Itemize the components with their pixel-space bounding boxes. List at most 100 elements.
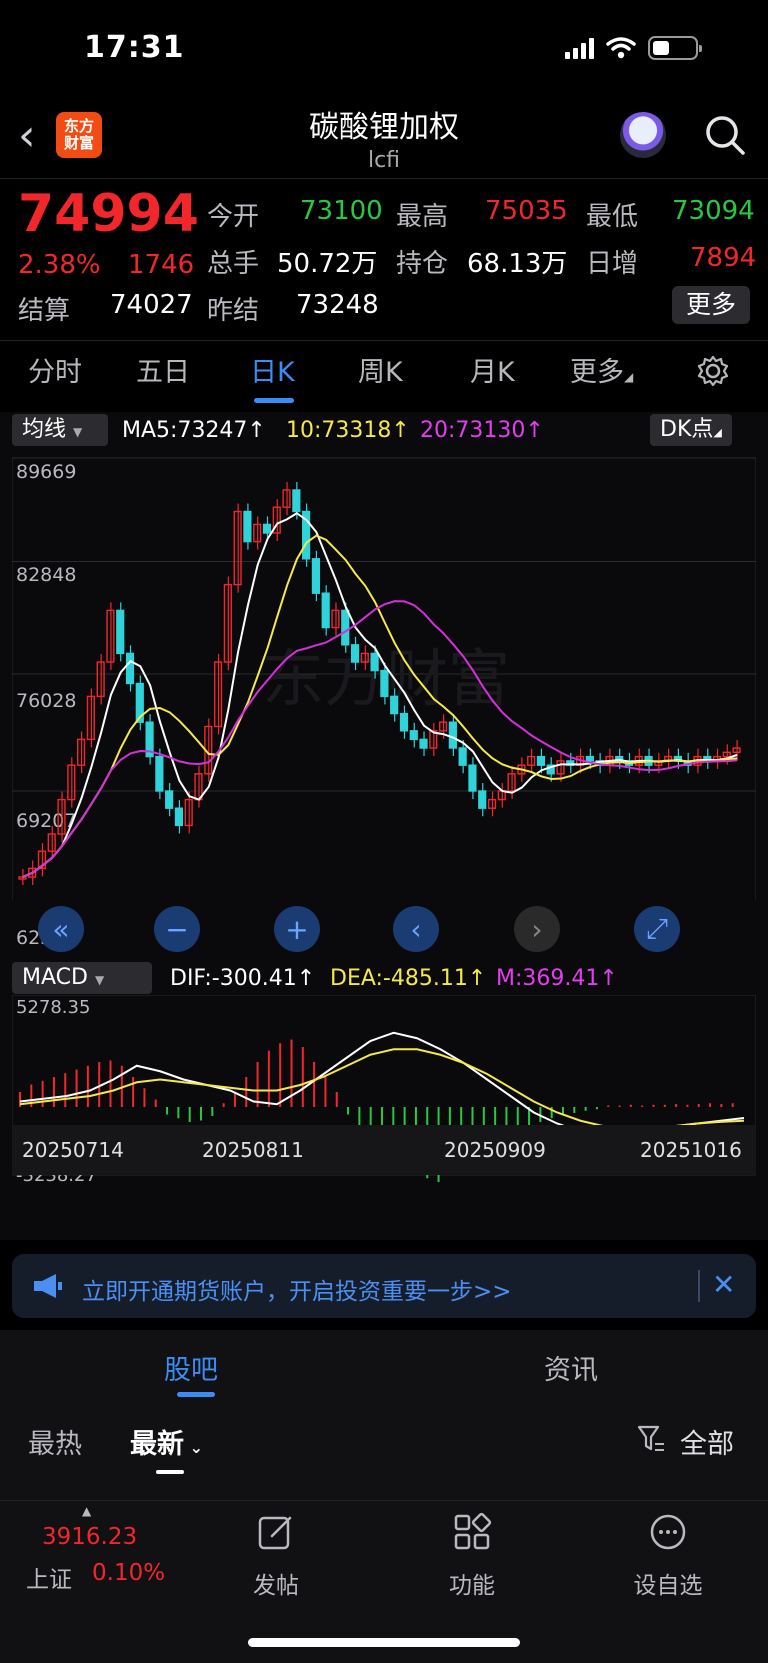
prev-settle-label: 昨结 xyxy=(207,296,260,326)
tab-timeshare[interactable]: 分时 xyxy=(28,350,82,389)
ma-selector[interactable]: 均线 ▼ xyxy=(12,414,108,446)
community-section xyxy=(0,1330,768,1500)
active-tab-indicator xyxy=(254,398,294,403)
more-quote-button[interactable]: 更多 xyxy=(672,286,750,324)
scroll-left-button[interactable]: ‹ xyxy=(393,906,439,952)
tab-guba[interactable]: 股吧 xyxy=(164,1348,218,1387)
candle-body xyxy=(292,489,301,513)
low-value: 73094 xyxy=(672,196,755,226)
filter-funnel-icon[interactable] xyxy=(636,1424,666,1454)
nav-watchlist[interactable]: 设自选 xyxy=(608,1512,728,1600)
fullscreen-button[interactable]: ⤢ xyxy=(634,906,680,952)
candle-body xyxy=(370,652,379,672)
home-indicator xyxy=(248,1638,520,1647)
open-label: 今开 xyxy=(207,202,260,232)
candle-body xyxy=(116,609,125,655)
prev-settle-value: 73248 xyxy=(296,290,379,320)
low-label: 最低 xyxy=(586,202,639,232)
candle-body xyxy=(458,747,467,766)
candle-body xyxy=(243,510,252,543)
candle-body xyxy=(262,523,272,534)
index-name[interactable]: 上证 xyxy=(26,1560,72,1594)
filter-indicator xyxy=(156,1470,184,1474)
tab-monthly-k[interactable]: 月K xyxy=(470,350,515,389)
wifi-icon xyxy=(606,37,636,59)
candle-body xyxy=(448,721,457,749)
tab-daily-k[interactable]: 日K xyxy=(250,350,295,389)
candlestick-chart: 东方财富8966982848760286920762387 xyxy=(12,457,756,949)
nav-features-label: 功能 xyxy=(449,1573,495,1599)
nav-features[interactable]: 功能 xyxy=(412,1512,532,1600)
battery-icon xyxy=(648,36,702,60)
dk-point-button[interactable]: DK点◢ xyxy=(650,414,732,446)
y-axis-label: 89669 xyxy=(16,461,76,483)
indicator-selector[interactable]: MACD ▼ xyxy=(12,962,152,994)
dif-readout: DIF:-300.41↑ xyxy=(170,966,316,991)
candle-body xyxy=(380,669,389,698)
settle-label: 结算 xyxy=(18,296,71,326)
index-up-arrow-icon: ▲ xyxy=(82,1504,92,1518)
macd-m-readout: M:369.41↑ xyxy=(496,966,618,991)
candle-body xyxy=(409,730,418,741)
tab-news[interactable]: 资讯 xyxy=(544,1348,598,1387)
candle-body xyxy=(350,644,360,663)
zoom-in-button[interactable]: + xyxy=(274,906,320,952)
change-abs: 1746 xyxy=(128,250,195,280)
candle-body xyxy=(125,652,135,685)
period-tabs: 分时 五日 日K 周K 月K 更多◢ xyxy=(0,350,768,400)
banner-close-icon[interactable]: ✕ xyxy=(712,1268,735,1301)
daily-increase-value: 7894 xyxy=(690,243,757,273)
fast-back-button[interactable]: « xyxy=(38,906,84,952)
megaphone-icon xyxy=(34,1274,62,1298)
search-icon[interactable] xyxy=(704,114,746,156)
ma20-readout: 20:73130↑ xyxy=(420,418,544,443)
change-pct: 2.38% xyxy=(18,250,101,280)
tab-five-day[interactable]: 五日 xyxy=(136,350,190,389)
candle-body xyxy=(341,609,350,646)
candle-body xyxy=(419,738,428,749)
macd-chart: 5278.35-3238.272025071420250811202509092… xyxy=(12,995,756,1185)
candle-body xyxy=(585,755,594,762)
filter-all[interactable]: 全部 xyxy=(680,1422,734,1461)
candle-body xyxy=(390,695,399,715)
candle-body xyxy=(311,558,320,594)
date-label: 20251016 xyxy=(640,1138,742,1162)
cellular-signal-icon xyxy=(565,37,594,59)
candle-body xyxy=(399,712,409,732)
last-price: 74994 xyxy=(18,184,199,244)
settings-gear-icon[interactable] xyxy=(696,354,730,388)
filter-hottest[interactable]: 最热 xyxy=(28,1422,82,1461)
ma5-readout: MA5:73247↑ xyxy=(122,418,266,443)
candle-body xyxy=(155,755,164,792)
candle-body xyxy=(468,764,477,792)
tab-weekly-k[interactable]: 周K xyxy=(358,350,403,389)
banner-text[interactable]: 立即开通期货账户，开启投资重要一步>> xyxy=(82,1272,512,1306)
status-icons xyxy=(565,36,702,60)
candle-body xyxy=(321,592,330,629)
grid-apps-icon xyxy=(454,1512,492,1550)
header-divider xyxy=(0,178,768,179)
candle-body xyxy=(536,755,546,766)
date-label: 20250909 xyxy=(444,1138,546,1162)
y-axis-label: 76028 xyxy=(16,690,76,712)
y-axis-label: 82848 xyxy=(16,564,76,586)
candle-body xyxy=(174,807,184,827)
zoom-out-button[interactable]: − xyxy=(154,906,200,952)
assistant-robot-icon[interactable] xyxy=(620,112,666,158)
nav-post-label: 发帖 xyxy=(253,1573,299,1599)
open-interest-value: 68.13万 xyxy=(467,249,568,279)
tab-more[interactable]: 更多◢ xyxy=(570,350,633,389)
candle-body xyxy=(165,790,174,809)
nav-post[interactable]: 发帖 xyxy=(216,1512,336,1600)
section-tab-indicator xyxy=(177,1392,215,1397)
y-axis-label: 69207 xyxy=(16,810,76,832)
index-value[interactable]: 3916.23 xyxy=(42,1524,137,1550)
date-label: 20250811 xyxy=(202,1138,304,1162)
daily-increase-label: 日增 xyxy=(586,249,639,279)
ma10-readout: 10:73318↑ xyxy=(286,418,410,443)
filter-newest[interactable]: 最新 ⌄ xyxy=(130,1422,203,1461)
scroll-right-button[interactable]: › xyxy=(514,906,560,952)
status-time: 17:31 xyxy=(84,30,185,65)
date-label: 20250714 xyxy=(22,1138,124,1162)
index-change[interactable]: 0.10% xyxy=(92,1560,165,1586)
